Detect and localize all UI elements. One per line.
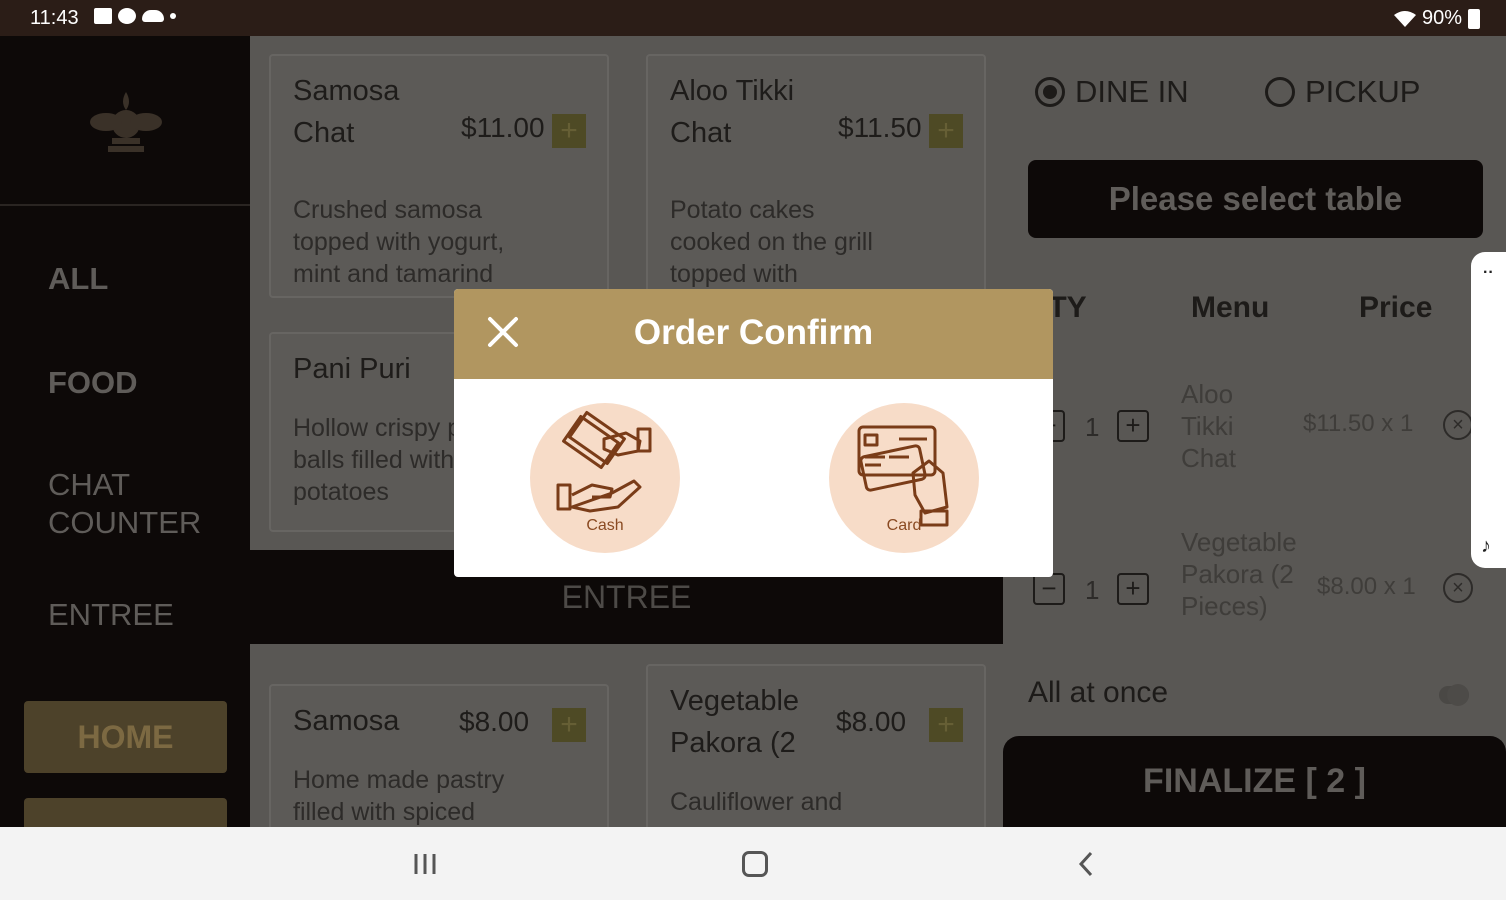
add-item-button[interactable]: + — [552, 708, 586, 742]
dialog-title: Order Confirm — [633, 313, 874, 352]
item-qty: 1 — [1085, 412, 1100, 442]
orders-button[interactable] — [24, 798, 227, 827]
home-button[interactable]: HOME — [24, 701, 227, 773]
finalize-button[interactable]: FINALIZE [ 2 ] — [1003, 736, 1506, 827]
back-icon[interactable] — [1076, 851, 1096, 877]
card-payment-button[interactable]: Card — [829, 403, 979, 553]
all-at-once-toggle[interactable] — [1439, 684, 1469, 706]
recent-apps-icon[interactable] — [413, 854, 437, 874]
add-item-button[interactable]: + — [929, 114, 963, 148]
close-icon[interactable] — [484, 313, 522, 351]
battery-percent: 90% — [1421, 7, 1462, 29]
category-entree[interactable]: ENTREE — [48, 596, 174, 634]
order-item-name: Aloo Tikki Chat — [1181, 379, 1236, 473]
menu-item-description: Crushed samosa topped with yogurt, mint … — [293, 196, 505, 288]
menu-item-price: $11.50 — [838, 112, 922, 143]
wifi-icon — [1393, 10, 1416, 27]
remove-item-icon[interactable]: × — [1443, 573, 1473, 603]
pickup-label: PICKUP — [1305, 74, 1421, 109]
shield-notification-icon — [118, 8, 136, 24]
order-item-price: $11.50 x 1 — [1303, 410, 1414, 437]
radio-selected-icon — [1035, 77, 1065, 107]
image-notification-icon — [94, 8, 112, 24]
menu-item-card[interactable]: Vegetable Pakora (2 $8.00 + Cauliflower … — [646, 664, 986, 844]
dine-in-label: DINE IN — [1075, 74, 1189, 109]
category-sidebar: ALL FOOD CHAT COUNTER ENTREE HOME — [0, 36, 250, 827]
category-all[interactable]: ALL — [48, 260, 108, 298]
menu-item-name: Samosa — [293, 705, 400, 737]
restaurant-logo-icon — [90, 92, 162, 152]
pickup-radio[interactable]: PICKUP — [1265, 74, 1420, 110]
music-note-icon: ♪ — [1481, 535, 1491, 557]
cash-label: Cash — [586, 517, 624, 534]
order-panel: DINE IN PICKUP Please select table QTY M… — [1003, 36, 1506, 827]
sidebar-divider — [0, 204, 250, 206]
more-dots-icon: ·· — [1483, 264, 1494, 281]
menu-item-card[interactable]: Aloo Tikki Chat $11.50 + Potato cakes co… — [646, 54, 986, 298]
menu-item-description: Potato cakes cooked on the grill topped … — [670, 196, 873, 288]
status-bar: 11:43 90% — [0, 0, 1506, 36]
dialog-header: Order Confirm — [454, 289, 1053, 379]
order-item-price: $8.00 x 1 — [1317, 573, 1416, 600]
status-system-icons: 90% — [1393, 7, 1480, 30]
card-label: Card — [886, 517, 922, 534]
decrease-qty-button[interactable]: − — [1033, 573, 1065, 605]
battery-icon — [1468, 8, 1480, 29]
menu-item-card[interactable]: Samosa Chat $11.00 + Crushed samosa topp… — [269, 54, 609, 298]
order-item-name: Vegetable Pakora (2 Pieces) — [1181, 527, 1297, 621]
category-chat-counter[interactable]: CHAT COUNTER — [48, 466, 218, 542]
home-nav-icon[interactable] — [742, 851, 768, 877]
menu-item-name: Aloo Tikki Chat — [670, 75, 795, 149]
cloud-notification-icon — [142, 10, 164, 22]
menu-item-name: Pani Puri — [293, 353, 411, 385]
column-header-price: Price — [1359, 291, 1433, 324]
dine-in-radio[interactable]: DINE IN — [1035, 74, 1189, 110]
remove-item-icon[interactable]: × — [1443, 410, 1473, 440]
menu-item-name: Vegetable Pakora (2 — [670, 685, 800, 759]
menu-item-card[interactable]: Samosa $8.00 + Home made pastry filled w… — [269, 684, 609, 844]
item-qty: 1 — [1085, 575, 1100, 605]
increase-qty-button[interactable]: + — [1117, 410, 1149, 442]
radio-unselected-icon — [1265, 77, 1295, 107]
add-item-button[interactable]: + — [929, 708, 963, 742]
column-header-menu: Menu — [1191, 291, 1270, 324]
floating-side-panel[interactable]: ·· ♪ — [1471, 252, 1506, 568]
all-at-once-label: All at once — [1028, 676, 1169, 709]
select-table-button[interactable]: Please select table — [1028, 160, 1483, 238]
category-food[interactable]: FOOD — [48, 364, 138, 402]
menu-item-price: $8.00 — [459, 706, 530, 737]
menu-item-name: Samosa Chat — [293, 75, 400, 149]
menu-item-description: Home made pastry filled with spiced — [293, 766, 505, 826]
system-navigation-bar — [0, 827, 1506, 900]
menu-item-price: $8.00 — [836, 706, 907, 737]
menu-item-price: $11.00 — [461, 112, 545, 143]
add-item-button[interactable]: + — [552, 114, 586, 148]
cash-payment-button[interactable]: Cash — [530, 403, 680, 553]
increase-qty-button[interactable]: + — [1117, 573, 1149, 605]
status-time: 11:43 — [30, 7, 79, 29]
more-notifications-dot-icon — [170, 13, 176, 19]
menu-item-description: Cauliflower and — [670, 788, 843, 816]
status-notification-icons — [94, 8, 176, 24]
order-confirm-dialog: Order Confirm Cash Card — [454, 289, 1053, 577]
